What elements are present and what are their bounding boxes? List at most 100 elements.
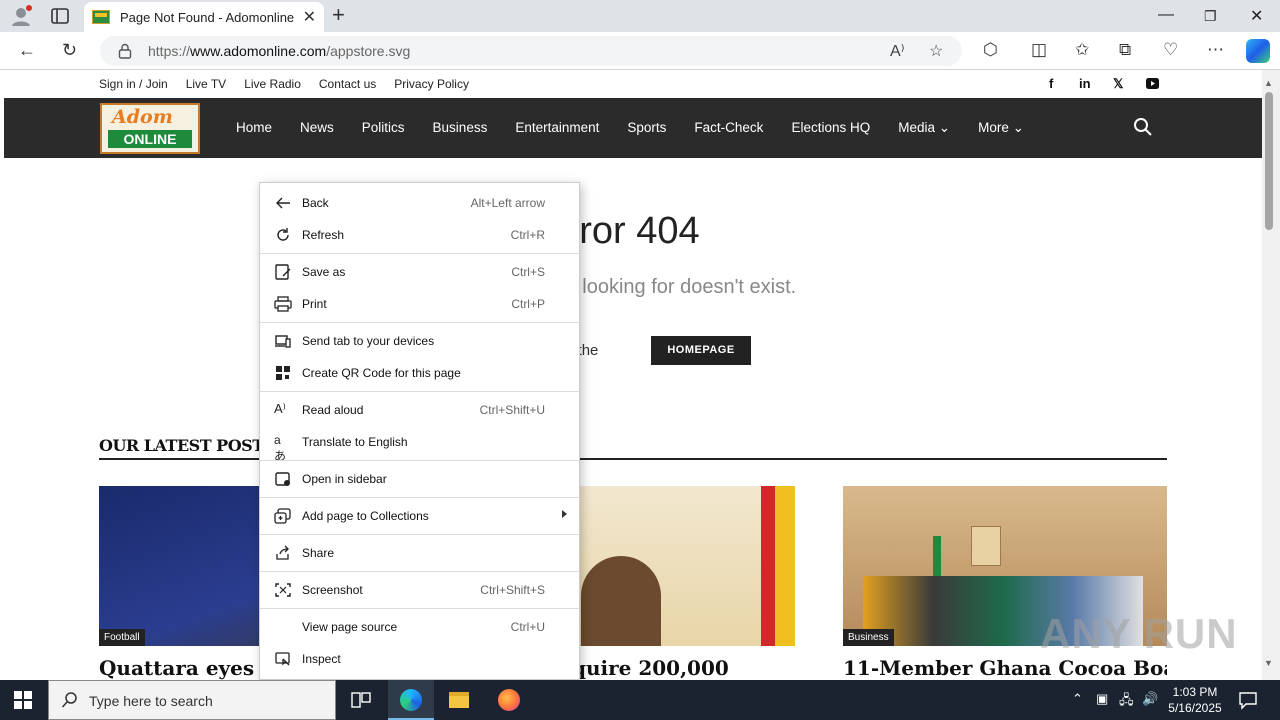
menu-separator (260, 391, 579, 392)
category-tag[interactable]: Business (843, 629, 894, 646)
scroll-down-arrow-icon[interactable]: ▼ (1264, 658, 1273, 668)
menu-separator (260, 497, 579, 498)
menu-separator (260, 253, 579, 254)
privacy-policy-link[interactable]: Privacy Policy (394, 77, 469, 91)
homepage-button[interactable]: HOMEPAGE (651, 336, 751, 365)
menu-item-share[interactable]: Share (260, 538, 579, 568)
youtube-icon[interactable] (1146, 78, 1159, 89)
menu-item-screenshot[interactable]: Screenshot Ctrl+Shift+S (260, 575, 579, 605)
nav-home[interactable]: Home (236, 120, 272, 136)
menu-item-send-tab[interactable]: Send tab to your devices (260, 326, 579, 356)
live-tv-link[interactable]: Live TV (186, 77, 226, 91)
search-icon (61, 692, 77, 708)
scrollbar-thumb[interactable] (1265, 92, 1273, 230)
menu-item-add-to-collections[interactable]: Add page to Collections (260, 501, 579, 531)
sign-in-link[interactable]: Sign in / Join (99, 77, 168, 91)
menu-item-qr-code[interactable]: Create QR Code for this page (260, 358, 579, 388)
refresh-icon[interactable]: ↻ (62, 40, 77, 61)
favorite-star-icon[interactable]: ☆ (929, 41, 943, 61)
lock-icon[interactable] (118, 43, 132, 59)
firefox-icon (498, 689, 520, 711)
menu-item-open-sidebar[interactable]: Open in sidebar (260, 464, 579, 494)
taskbar-search-box[interactable]: Type here to search (48, 680, 336, 720)
collections-icon[interactable]: ⧉ (1119, 40, 1131, 60)
nav-fact-check[interactable]: Fact-Check (694, 120, 763, 136)
network-icon[interactable]: 🖧 (1119, 691, 1134, 713)
facebook-icon[interactable]: f (1049, 76, 1053, 91)
taskbar-clock[interactable]: 1:03 PM 5/16/2025 (1162, 684, 1228, 716)
edge-taskbar-button[interactable] (388, 680, 434, 720)
nav-business[interactable]: Business (433, 120, 488, 136)
tab-title: Page Not Found - Adomonline.c (120, 9, 295, 25)
menu-separator (260, 534, 579, 535)
menu-item-translate[interactable]: aあ Translate to English (260, 427, 579, 463)
submenu-arrow-icon (562, 510, 567, 518)
device-icon[interactable]: ▣ (1096, 691, 1108, 707)
active-tab[interactable]: Page Not Found - Adomonline.c ✕ (84, 2, 324, 32)
edge-icon (400, 689, 422, 711)
copilot-icon[interactable] (1246, 39, 1270, 63)
inspect-icon (275, 652, 290, 666)
clock-date: 5/16/2025 (1168, 701, 1222, 715)
menu-item-save-as[interactable]: Save as Ctrl+S (260, 257, 579, 287)
volume-icon[interactable]: 🔊 (1142, 691, 1158, 707)
watermark-logo: ANY RUN (1040, 610, 1238, 657)
post-title[interactable]: quire 200,000 (572, 656, 822, 680)
post-title[interactable]: 11-Member Ghana Cocoa Board (843, 656, 1167, 680)
nav-sports[interactable]: Sports (627, 120, 666, 136)
nav-elections-hq[interactable]: Elections HQ (791, 120, 870, 136)
chevron-down-icon: ⌄ (1012, 120, 1024, 135)
extensions-icon[interactable]: ⬡ (983, 40, 998, 60)
folder-icon (449, 692, 469, 708)
minimize-icon[interactable]: — (1158, 6, 1174, 24)
firefox-taskbar-button[interactable] (486, 680, 532, 720)
new-tab-icon[interactable]: + (332, 4, 345, 26)
sidebar-icon (275, 472, 290, 486)
nav-entertainment[interactable]: Entertainment (515, 120, 599, 136)
restore-icon[interactable]: ❐ (1204, 8, 1217, 25)
live-radio-link[interactable]: Live Radio (244, 77, 301, 91)
browser-essentials-icon[interactable]: ♡ (1163, 40, 1178, 60)
read-aloud-icon[interactable]: A⁾ (890, 41, 905, 61)
split-screen-icon[interactable]: ◫ (1031, 40, 1047, 60)
windows-start-icon[interactable] (14, 691, 32, 709)
nav-news[interactable]: News (300, 120, 334, 136)
chevron-down-icon: ⌄ (938, 120, 951, 135)
address-bar[interactable]: https://www.adomonline.com/appstore.svg (100, 36, 962, 66)
menu-item-inspect[interactable]: Inspect (260, 644, 579, 674)
menu-item-back[interactable]: Back Alt+Left arrow (260, 188, 579, 218)
category-tag[interactable]: Football (99, 629, 145, 646)
close-window-icon[interactable]: ✕ (1250, 6, 1263, 26)
search-icon[interactable] (1133, 117, 1153, 137)
screenshot-icon (275, 583, 291, 597)
x-icon[interactable]: 𝕏 (1113, 76, 1123, 92)
linkedin-icon[interactable]: in (1079, 76, 1091, 91)
menu-item-view-source[interactable]: View page source Ctrl+U (260, 612, 579, 642)
menu-separator (260, 608, 579, 609)
nav-media[interactable]: Media ⌄ (898, 120, 950, 136)
favorites-icon[interactable]: ✩ (1075, 40, 1089, 60)
more-options-icon[interactable]: ⋯ (1207, 40, 1224, 60)
menu-item-refresh[interactable]: Refresh Ctrl+R (260, 220, 579, 250)
task-view-button[interactable] (338, 680, 384, 720)
url-text[interactable]: https://www.adomonline.com/appstore.svg (148, 43, 410, 59)
search-placeholder: Type here to search (89, 693, 213, 709)
task-view-icon (351, 692, 371, 708)
back-icon[interactable]: ← (18, 40, 36, 61)
menu-separator (260, 322, 579, 323)
context-menu: Back Alt+Left arrow Refresh Ctrl+R Save … (259, 182, 580, 680)
nav-politics[interactable]: Politics (362, 120, 405, 136)
show-hidden-icons-icon[interactable]: ⌃ (1072, 691, 1083, 707)
notifications-icon[interactable] (1238, 690, 1258, 710)
adom-online-logo[interactable]: Adom ONLINE (100, 103, 200, 154)
menu-item-read-aloud[interactable]: A⁾ Read aloud Ctrl+Shift+U (260, 395, 579, 425)
scroll-up-arrow-icon[interactable]: ▲ (1264, 78, 1273, 88)
nav-menu: Home News Politics Business Entertainmen… (236, 120, 1024, 136)
tab-actions-icon[interactable] (50, 7, 70, 25)
close-tab-icon[interactable]: ✕ (303, 7, 316, 27)
nav-more[interactable]: More ⌄ (978, 120, 1024, 136)
menu-item-print[interactable]: Print Ctrl+P (260, 289, 579, 319)
file-explorer-button[interactable] (436, 680, 482, 720)
contact-us-link[interactable]: Contact us (319, 77, 376, 91)
profile-icon[interactable] (10, 5, 32, 27)
